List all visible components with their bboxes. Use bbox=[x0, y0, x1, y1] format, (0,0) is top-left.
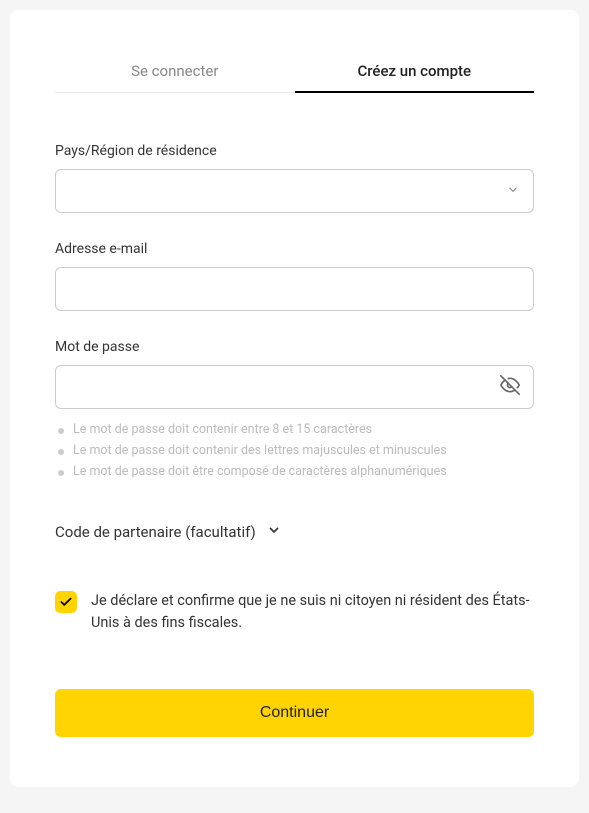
tab-login[interactable]: Se connecter bbox=[55, 50, 295, 92]
country-label: Pays/Région de résidence bbox=[55, 143, 534, 159]
password-hint: Le mot de passe doit être composé de car… bbox=[55, 461, 534, 482]
tab-signup[interactable]: Créez un compte bbox=[295, 50, 535, 92]
email-label: Adresse e-mail bbox=[55, 241, 534, 257]
auth-tabs: Se connecter Créez un compte bbox=[55, 50, 534, 93]
password-field-group: Mot de passe Le mot de passe doit conten… bbox=[55, 339, 534, 482]
tab-login-label: Se connecter bbox=[131, 62, 218, 80]
password-hints: Le mot de passe doit contenir entre 8 et… bbox=[55, 419, 534, 482]
email-input[interactable] bbox=[55, 267, 534, 311]
country-select[interactable] bbox=[55, 169, 534, 213]
declaration-text: Je déclare et confirme que je ne suis ni… bbox=[91, 590, 534, 634]
chevron-down-icon bbox=[266, 522, 282, 542]
continue-button[interactable]: Continuer bbox=[55, 689, 534, 737]
password-input[interactable] bbox=[55, 365, 534, 409]
tab-signup-label: Créez un compte bbox=[357, 62, 471, 80]
declaration-checkbox[interactable] bbox=[55, 591, 77, 613]
password-label: Mot de passe bbox=[55, 339, 534, 355]
email-input-wrap bbox=[55, 267, 534, 311]
declaration-row: Je déclare et confirme que je ne suis ni… bbox=[55, 590, 534, 634]
check-icon bbox=[59, 595, 73, 609]
partner-code-toggle[interactable]: Code de partenaire (facultatif) bbox=[55, 522, 534, 542]
password-hint: Le mot de passe doit contenir des lettre… bbox=[55, 440, 534, 461]
password-input-wrap bbox=[55, 365, 534, 409]
continue-button-label: Continuer bbox=[260, 704, 329, 721]
eye-off-icon[interactable] bbox=[500, 375, 520, 399]
email-field-group: Adresse e-mail bbox=[55, 241, 534, 311]
country-input-wrap bbox=[55, 169, 534, 213]
signup-card: Se connecter Créez un compte Pays/Région… bbox=[10, 10, 579, 787]
country-field-group: Pays/Région de résidence bbox=[55, 143, 534, 213]
partner-code-label: Code de partenaire (facultatif) bbox=[55, 523, 256, 541]
password-hint: Le mot de passe doit contenir entre 8 et… bbox=[55, 419, 534, 440]
